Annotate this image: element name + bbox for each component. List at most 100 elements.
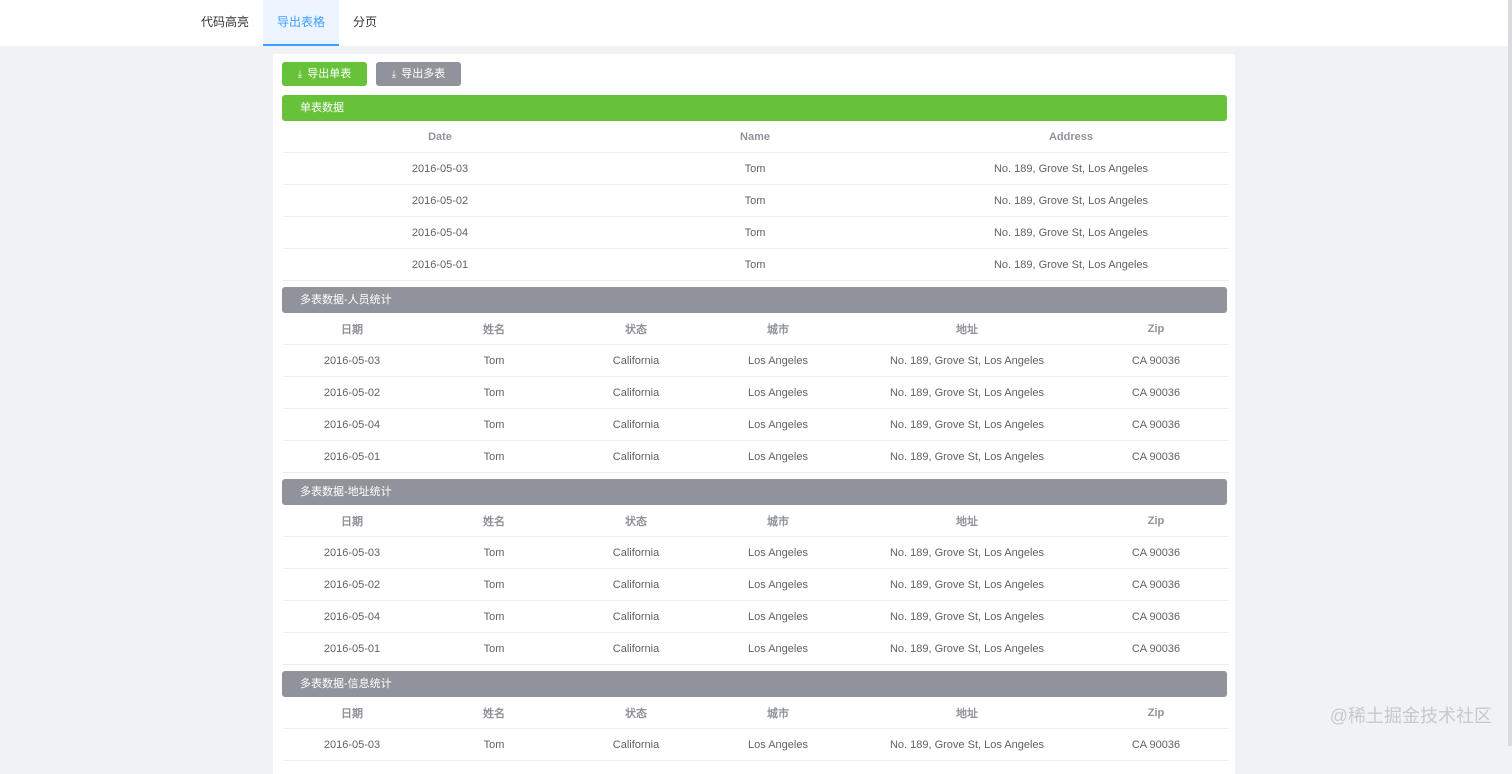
table-row[interactable]: 2016-05-02 Tom California Los Angeles No. 18… xyxy=(283,376,1229,409)
cell: No. 189, Grove St, Los Angeles xyxy=(851,440,1083,473)
table-row[interactable]: 2016-05-03 Tom California Los Angeles No. 18… xyxy=(283,344,1229,377)
tab-pagination[interactable]: 分页 xyxy=(340,0,390,44)
cell: 2016-05-02 xyxy=(283,376,421,409)
multi-table-2-title: 多表数据-地址统计 xyxy=(282,479,1227,505)
cell: Los Angeles xyxy=(705,344,851,377)
column-header[interactable]: 姓名 xyxy=(421,697,567,729)
cell: CA 90036 xyxy=(1083,568,1229,601)
cell: No. 189, Grove St, Los Angeles xyxy=(913,184,1229,217)
cell: 2016-05-03 xyxy=(283,536,421,569)
column-header[interactable]: 地址 xyxy=(851,313,1083,345)
cell: Tom xyxy=(421,632,567,665)
table-row[interactable]: 2016-05-01 Tom California Los Angeles No. 18… xyxy=(283,440,1229,473)
content-card: ⤓ 导出单表 ⤓ 导出多表 单表数据 Date Name Address 2016-… xyxy=(273,54,1235,774)
cell: Tom xyxy=(421,344,567,377)
cell: No. 189, Grove St, Los Angeles xyxy=(913,248,1229,281)
cell: California xyxy=(567,536,705,569)
cell: California xyxy=(567,728,705,761)
table-header-row: 日期 姓名 状态 城市 地址 Zip xyxy=(283,505,1229,537)
cell: 2016-05-02 xyxy=(283,184,597,217)
cell: CA 90036 xyxy=(1083,440,1229,473)
export-single-button[interactable]: ⤓ 导出单表 xyxy=(282,62,367,86)
cell: 2016-05-01 xyxy=(283,248,597,281)
cell: 2016-05-03 xyxy=(283,344,421,377)
cell: No. 189, Grove St, Los Angeles xyxy=(851,376,1083,409)
multi-table-1-title: 多表数据-人员统计 xyxy=(282,287,1227,313)
export-single-label: 导出单表 xyxy=(307,68,352,80)
cell: California xyxy=(567,408,705,441)
export-multi-button[interactable]: ⤓ 导出多表 xyxy=(376,62,461,86)
cell: CA 90036 xyxy=(1083,376,1229,409)
column-header[interactable]: 城市 xyxy=(705,313,851,345)
tab-code-highlight[interactable]: 代码高亮 xyxy=(189,0,261,44)
cell: California xyxy=(567,440,705,473)
cell: 2016-05-03 xyxy=(283,152,597,185)
column-header[interactable]: Name xyxy=(597,121,913,153)
cell: CA 90036 xyxy=(1083,600,1229,633)
column-header[interactable]: 状态 xyxy=(567,697,705,729)
cell: No. 189, Grove St, Los Angeles xyxy=(851,344,1083,377)
cell: Tom xyxy=(597,216,913,249)
column-header[interactable]: Zip xyxy=(1083,697,1229,729)
multi-table-1: 日期 姓名 状态 城市 地址 Zip 2016-05-03 Tom Californ… xyxy=(283,313,1229,473)
column-header[interactable]: 城市 xyxy=(705,697,851,729)
cell: Tom xyxy=(421,536,567,569)
column-header[interactable]: 日期 xyxy=(283,313,421,345)
column-header[interactable]: Zip xyxy=(1083,313,1229,345)
table-row[interactable]: 2016-05-04 Tom No. 189, Grove St, Los Ange… xyxy=(283,216,1229,249)
column-header[interactable]: 日期 xyxy=(283,505,421,537)
cell: No. 189, Grove St, Los Angeles xyxy=(851,408,1083,441)
table-header-row: Date Name Address xyxy=(283,121,1229,153)
column-header[interactable]: Address xyxy=(913,121,1229,153)
column-header[interactable]: 姓名 xyxy=(421,313,567,345)
column-header[interactable]: 状态 xyxy=(567,313,705,345)
column-header[interactable]: 地址 xyxy=(851,697,1083,729)
column-header[interactable]: 城市 xyxy=(705,505,851,537)
cell: Los Angeles xyxy=(705,728,851,761)
cell: 2016-05-01 xyxy=(283,632,421,665)
cell: No. 189, Grove St, Los Angeles xyxy=(851,632,1083,665)
cell: CA 90036 xyxy=(1083,408,1229,441)
table-row[interactable]: 2016-05-02 Tom No. 189, Grove St, Los Ange… xyxy=(283,184,1229,217)
multi-table-2: 日期 姓名 状态 城市 地址 Zip 2016-05-03 Tom Californ… xyxy=(283,505,1229,665)
column-header[interactable]: Zip xyxy=(1083,505,1229,537)
cell: California xyxy=(567,568,705,601)
tab-export-table[interactable]: 导出表格 xyxy=(263,0,339,46)
cell: California xyxy=(567,600,705,633)
cell: Los Angeles xyxy=(705,568,851,601)
table-row[interactable]: 2016-05-04 Tom California Los Angeles No. 18… xyxy=(283,600,1229,633)
cell: Tom xyxy=(597,152,913,185)
column-header[interactable]: 地址 xyxy=(851,505,1083,537)
cell: 2016-05-04 xyxy=(283,216,597,249)
single-table-title: 单表数据 xyxy=(282,95,1227,121)
cell: No. 189, Grove St, Los Angeles xyxy=(851,568,1083,601)
table-row[interactable]: 2016-05-03 Tom California Los Angeles No. 18… xyxy=(283,536,1229,569)
cell: Tom xyxy=(421,568,567,601)
table-row[interactable]: 2016-05-02 Tom California Los Angeles No. 18… xyxy=(283,568,1229,601)
table-header-row: 日期 姓名 状态 城市 地址 Zip xyxy=(283,697,1229,729)
table-row[interactable]: 2016-05-03 Tom No. 189, Grove St, Los Ange… xyxy=(283,152,1229,185)
cell: Los Angeles xyxy=(705,632,851,665)
cell: 2016-05-01 xyxy=(283,440,421,473)
column-header[interactable]: 姓名 xyxy=(421,505,567,537)
cell: CA 90036 xyxy=(1083,536,1229,569)
cell: Tom xyxy=(421,600,567,633)
column-header[interactable]: 状态 xyxy=(567,505,705,537)
table-row[interactable]: 2016-05-01 Tom No. 189, Grove St, Los Ange… xyxy=(283,248,1229,281)
table-row[interactable]: 2016-05-04 Tom California Los Angeles No. 18… xyxy=(283,408,1229,441)
cell: Tom xyxy=(421,408,567,441)
table-row[interactable]: 2016-05-03 Tom California Los Angeles No. 18… xyxy=(283,728,1229,761)
column-header[interactable]: 日期 xyxy=(283,697,421,729)
table-row[interactable]: 2016-05-01 Tom California Los Angeles No. 18… xyxy=(283,632,1229,665)
cell: California xyxy=(567,632,705,665)
multi-table-3: 日期 姓名 状态 城市 地址 Zip 2016-05-03 Tom Californ… xyxy=(283,697,1229,761)
cell: Los Angeles xyxy=(705,536,851,569)
column-header[interactable]: Date xyxy=(283,121,597,153)
cell: No. 189, Grove St, Los Angeles xyxy=(851,536,1083,569)
cell: California xyxy=(567,376,705,409)
cell: No. 189, Grove St, Los Angeles xyxy=(851,728,1083,761)
table-header-row: 日期 姓名 状态 城市 地址 Zip xyxy=(283,313,1229,345)
cell: Los Angeles xyxy=(705,600,851,633)
cell: No. 189, Grove St, Los Angeles xyxy=(913,216,1229,249)
page-scrollbar[interactable] xyxy=(1508,0,1512,746)
